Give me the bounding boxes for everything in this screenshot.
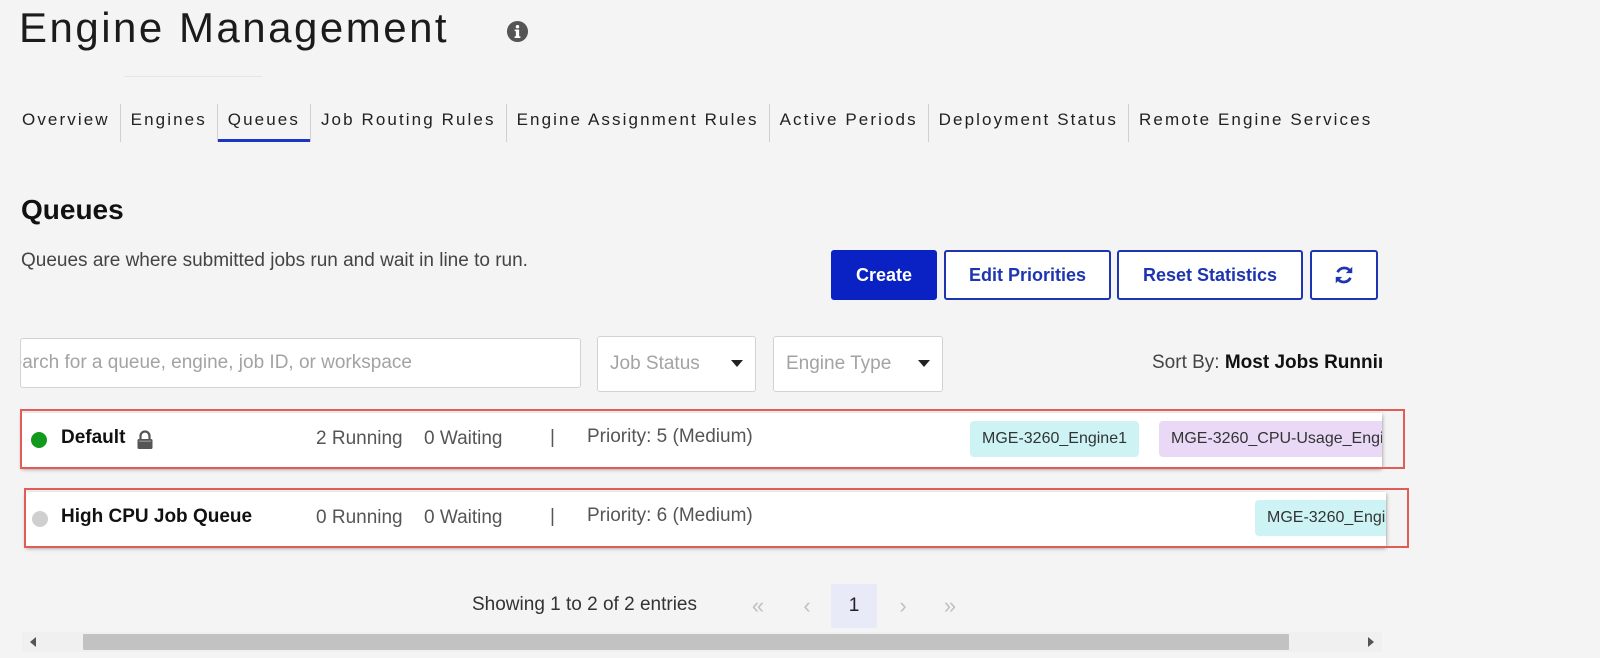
separator: | [550,506,555,527]
scroll-left-arrow-icon[interactable] [30,637,36,647]
engine-type-dropdown[interactable]: Engine Type [773,336,943,392]
engine-chip[interactable]: MGE-3260_CPU-Usage_Engine [1159,421,1382,457]
running-count: 0 Running [316,507,403,528]
separator: | [550,427,555,448]
status-dot [31,432,47,448]
search-box [20,338,581,388]
pagination-summary: Showing 1 to 2 of 2 entries [472,594,697,615]
tab-active-periods[interactable]: Active Periods [770,104,928,136]
tab-job-routing-rules[interactable]: Job Routing Rules [311,104,506,136]
edit-priorities-button[interactable]: Edit Priorities [944,250,1111,300]
queue-name: High CPU Job Queue [61,506,253,527]
queue-priority: Priority: 6 (Medium) [587,505,753,526]
page-number-button[interactable]: 1 [831,584,877,628]
tab-overview[interactable]: Overview [12,104,120,136]
tab-engines[interactable]: Engines [121,104,217,136]
info-circle-icon[interactable] [506,20,529,43]
scroll-right-arrow-icon[interactable] [1368,637,1374,647]
tab-queues[interactable]: Queues [217,104,311,142]
first-page-button[interactable]: « [742,584,774,628]
caret-down-icon [731,360,743,367]
last-page-button[interactable]: » [934,584,966,628]
engine-type-placeholder: Engine Type [786,353,892,374]
tab-bar: Overview Engines Queues Job Routing Rule… [12,104,1382,144]
job-status-placeholder: Job Status [610,353,700,374]
sort-by-value: Most Jobs Running [1224,352,1382,373]
scrollbar-thumb[interactable] [83,634,1289,650]
previous-page-button[interactable]: ‹ [795,584,819,628]
running-count: 2 Running [316,428,403,449]
sort-by-control[interactable]: Sort By: Most Jobs Running [1152,352,1382,374]
queue-priority: Priority: 5 (Medium) [587,426,753,447]
queue-row[interactable]: Default 2 Running 0 Waiting | Priority: … [22,413,1382,467]
next-page-button[interactable]: › [891,584,915,628]
queue-name: Default [61,427,126,448]
title-divider [124,76,262,77]
tab-engine-assignment-rules[interactable]: Engine Assignment Rules [507,104,769,136]
waiting-count: 0 Waiting [424,428,503,449]
search-input[interactable] [21,339,580,387]
engine-chip[interactable]: MGE-3260_Engine [1255,500,1386,536]
create-button[interactable]: Create [831,250,937,300]
lock-icon [137,430,153,449]
job-status-dropdown[interactable]: Job Status [597,336,756,392]
refresh-button[interactable] [1310,250,1378,300]
engine-chip[interactable]: MGE-3260_Engine1 [970,421,1139,457]
status-dot [32,511,48,527]
refresh-icon [1335,266,1353,284]
caret-down-icon [918,360,930,367]
waiting-count: 0 Waiting [424,507,503,528]
queue-row[interactable]: High CPU Job Queue 0 Running 0 Waiting |… [26,492,1386,546]
page-title: Engine Management [19,4,450,51]
sort-by-label: Sort By: [1152,352,1220,373]
horizontal-scrollbar[interactable] [22,632,1382,652]
section-title: Queues [21,194,124,225]
tab-deployment-status[interactable]: Deployment Status [929,104,1128,136]
tab-remote-engine-services[interactable]: Remote Engine Services [1129,104,1382,136]
section-description: Queues are where submitted jobs run and … [21,250,528,271]
reset-statistics-button[interactable]: Reset Statistics [1117,250,1303,300]
